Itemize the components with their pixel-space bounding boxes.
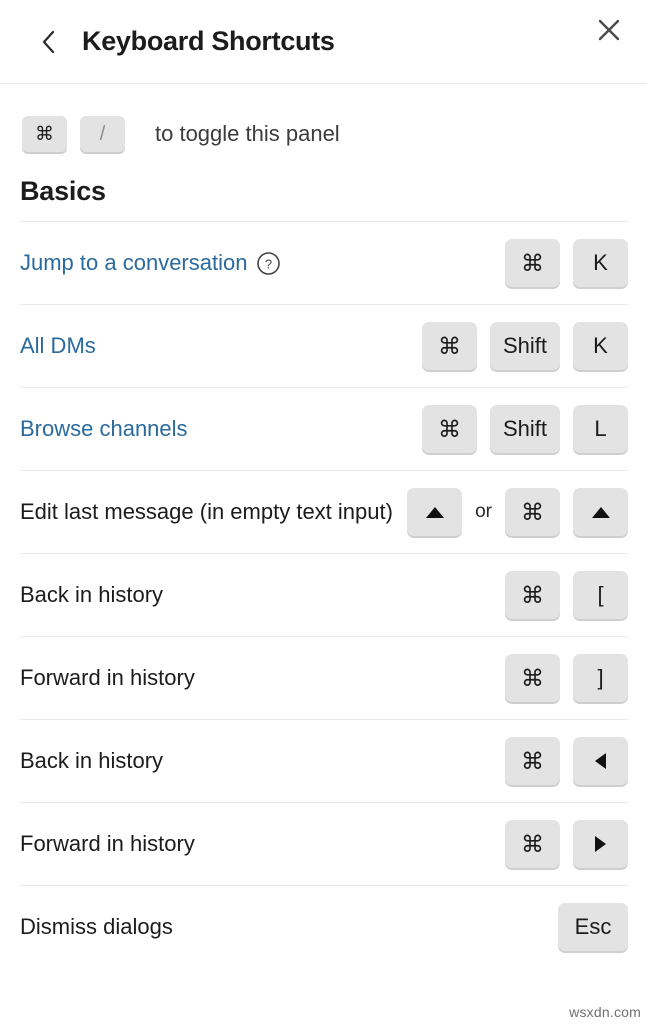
keycap-command: ⌘ xyxy=(422,322,477,370)
shortcut-row: Back in history ⌘ xyxy=(20,719,628,802)
slash-glyph: / xyxy=(99,122,106,145)
chevron-left-icon[interactable] xyxy=(40,28,58,56)
help-circle-icon[interactable]: ? xyxy=(256,251,281,276)
keycap-]: ] xyxy=(573,654,628,702)
keycap-command: ⌘ xyxy=(505,488,560,536)
command-glyph: ⌘ xyxy=(521,830,544,857)
command-glyph: ⌘ xyxy=(521,249,544,276)
keycap-esc: Esc xyxy=(558,903,628,951)
keycap-command: ⌘ xyxy=(422,405,477,453)
keycap-arrow-up xyxy=(407,488,463,536)
shortcut-label: Forward in history xyxy=(20,814,195,873)
keycap-arrow-left xyxy=(573,737,628,785)
shortcut-row: Back in history ⌘[ xyxy=(20,553,628,636)
shortcut-label: Back in history xyxy=(20,731,163,790)
keycap-command: ⌘ xyxy=(505,654,560,702)
keycap-k: K xyxy=(573,239,628,287)
keycap-arrow-right xyxy=(573,820,628,868)
keyboard-shortcuts-panel: Keyboard Shortcuts ⌘ / to toggle this pa… xyxy=(0,0,647,1024)
command-glyph: ⌘ xyxy=(521,747,544,774)
shortcut-row: Browse channels ⌘ Shift L xyxy=(20,387,628,470)
keycap-command: ⌘ xyxy=(505,239,560,287)
arrow-right-icon xyxy=(595,836,606,852)
shortcut-keys: ⌘ xyxy=(505,737,628,785)
keycap-label: Shift xyxy=(502,416,548,441)
keycap-slash: / xyxy=(80,116,125,152)
keycap-label: K xyxy=(593,250,608,275)
shortcut-keys: ⌘ Shift K xyxy=(422,322,628,370)
keycap-command: ⌘ xyxy=(22,116,67,152)
toggle-panel-hint: ⌘ / to toggle this panel xyxy=(0,84,647,158)
shortcut-row: All DMs ⌘ Shift K xyxy=(20,304,628,387)
panel-header: Keyboard Shortcuts xyxy=(0,0,647,84)
shortcut-label-link[interactable]: All DMs xyxy=(20,316,96,375)
keycap-label: L xyxy=(594,416,607,441)
keycap-label: K xyxy=(593,333,608,358)
arrow-up-icon xyxy=(425,506,444,518)
keycap-label: Shift xyxy=(502,333,548,358)
keycap-label: Esc xyxy=(574,914,612,939)
shortcut-row: Edit last message (in empty text input) o… xyxy=(20,470,628,553)
shortcut-label-text: Edit last message (in empty text input) xyxy=(20,499,393,525)
shortcut-label: Forward in history xyxy=(20,648,195,707)
shortcut-keys: or ⌘ xyxy=(407,488,628,536)
arrow-up-icon xyxy=(591,506,610,518)
shortcut-row: Dismiss dialogs Esc xyxy=(20,885,628,968)
shortcut-keys: ⌘ xyxy=(505,820,628,868)
shortcut-keys: ⌘] xyxy=(505,654,628,702)
section-title-basics: Basics xyxy=(20,176,106,206)
keycap-command: ⌘ xyxy=(505,737,560,785)
toggle-hint-text: to toggle this panel xyxy=(155,121,340,146)
command-glyph: ⌘ xyxy=(35,123,54,145)
keycap-label: ] xyxy=(597,665,604,690)
close-icon[interactable] xyxy=(593,14,625,46)
shortcut-row-list: Jump to a conversation? ⌘ K All DMs ⌘ Shift K B… xyxy=(0,221,647,968)
shortcut-keys: Esc xyxy=(558,903,628,951)
key-separator: or xyxy=(475,501,492,522)
watermark: wsxdn.com xyxy=(569,1004,641,1020)
shortcut-label-link[interactable]: Jump to a conversation? xyxy=(20,233,281,292)
shortcut-label-text: Dismiss dialogs xyxy=(20,914,173,940)
page-title: Keyboard Shortcuts xyxy=(82,26,335,56)
command-glyph: ⌘ xyxy=(521,664,544,691)
shortcut-label-text: Back in history xyxy=(20,748,164,774)
keycap-shift: Shift xyxy=(490,405,560,453)
shortcut-label: Edit last message (in empty text input) xyxy=(20,482,393,541)
command-glyph: ⌘ xyxy=(521,581,544,608)
keycap-[: [ xyxy=(573,571,628,619)
shortcut-keys: ⌘[ xyxy=(505,571,628,619)
keycap-arrow-up xyxy=(573,488,628,536)
shortcut-label-text: Back in history xyxy=(20,582,164,608)
shortcut-row: Forward in history ⌘] xyxy=(20,636,628,719)
keycap-l: L xyxy=(573,405,628,453)
arrow-left-icon xyxy=(595,753,606,769)
shortcut-label-text: Forward in history xyxy=(20,665,195,691)
shortcut-label-text: Forward in history xyxy=(20,831,195,857)
shortcut-label: Back in history xyxy=(20,565,163,624)
shortcut-row: Jump to a conversation? ⌘ K xyxy=(20,221,628,304)
command-glyph: ⌘ xyxy=(438,415,461,442)
command-glyph: ⌘ xyxy=(438,332,461,359)
shortcut-label-text: All DMs xyxy=(20,333,96,359)
shortcut-keys: ⌘ Shift L xyxy=(422,405,628,453)
keycap-command: ⌘ xyxy=(505,571,560,619)
shortcut-row: Forward in history ⌘ xyxy=(20,802,628,885)
shortcut-label-text: Jump to a conversation xyxy=(20,250,248,276)
shortcut-label-text: Browse channels xyxy=(20,416,188,442)
keycap-shift: Shift xyxy=(490,322,560,370)
keycap-label: [ xyxy=(597,582,604,607)
shortcut-keys: ⌘ K xyxy=(505,239,628,287)
keycap-k: K xyxy=(573,322,628,370)
command-glyph: ⌘ xyxy=(521,498,544,525)
shortcut-label-link[interactable]: Browse channels xyxy=(20,399,188,458)
shortcut-label: Dismiss dialogs xyxy=(20,897,173,956)
svg-text:?: ? xyxy=(265,257,272,272)
keycap-command: ⌘ xyxy=(505,820,560,868)
